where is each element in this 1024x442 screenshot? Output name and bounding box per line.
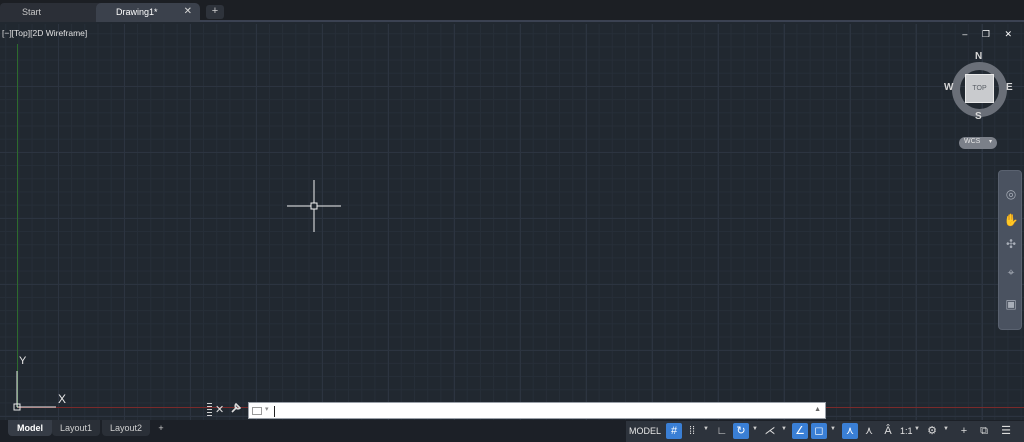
tab-start-label: Start	[22, 7, 42, 17]
text-cursor	[274, 406, 275, 417]
isolate-icon[interactable]: ⧉	[976, 423, 992, 439]
osnap-track-icon[interactable]: ∠	[792, 423, 808, 439]
viewport-controls-label[interactable]: [−][Top][2D Wireframe]	[2, 28, 87, 38]
chevron-down-icon: ▾	[988, 139, 992, 145]
chevron-down-icon[interactable]: ▼	[781, 426, 787, 432]
zoom-icon[interactable]: ✣	[1002, 235, 1020, 253]
compass-south[interactable]: S	[975, 111, 982, 122]
isodraft-icon[interactable]: ⋌	[762, 423, 778, 439]
crosshair-cursor-icon	[287, 180, 341, 232]
chevron-down-icon[interactable]: ▾	[265, 405, 269, 413]
chevron-down-icon[interactable]: ▼	[830, 426, 836, 432]
file-tab-bar: Start Drawing1* ✕ +	[0, 0, 1024, 22]
tab-layout2[interactable]: Layout2	[102, 420, 150, 436]
y-axis-line	[17, 44, 18, 408]
orbit-icon[interactable]: ⌖	[1002, 263, 1020, 281]
workspace-gear-icon[interactable]: ⚙	[924, 423, 940, 439]
annotation-scale-icon[interactable]: Â	[880, 423, 896, 439]
tab-model[interactable]: Model	[8, 420, 52, 436]
drawing-canvas[interactable]	[0, 24, 1024, 420]
view-cube-top-face[interactable]: TOP	[965, 74, 994, 103]
ucs-icon: Y X	[12, 355, 72, 415]
command-history-icon[interactable]: ▲	[814, 406, 821, 413]
tab-drawing1[interactable]: Drawing1* ✕	[96, 3, 200, 22]
tab-layout1[interactable]: Layout1	[52, 420, 100, 436]
close-tab-icon[interactable]: ✕	[184, 6, 192, 17]
ucs-x-label: X	[58, 392, 67, 406]
tab-drawing1-label: Drawing1*	[116, 7, 158, 17]
status-bar: MODEL # ⁞⁞ ▼ ∟ ↻ ▼ ⋌ ▼ ∠ ◻ ▼ ⋏ ⋏ Â 1:1 ▼…	[626, 421, 1024, 442]
chevron-down-icon[interactable]: ▼	[943, 426, 949, 432]
compass-west[interactable]: W	[944, 82, 953, 93]
grid-icon[interactable]: #	[666, 423, 682, 439]
osnap-icon[interactable]: ◻	[811, 423, 827, 439]
steering-wheel-icon[interactable]: ◎	[1002, 185, 1020, 203]
snap-icon[interactable]: ⁞⁞	[684, 423, 700, 439]
navigation-bar: ◎ ✋ ✣ ⌖ ▣	[998, 170, 1022, 330]
annotation-visibility-icon[interactable]: ⋏	[842, 423, 858, 439]
showmotion-icon[interactable]: ▣	[1002, 295, 1020, 313]
chevron-down-icon[interactable]: ▼	[752, 426, 758, 432]
tab-start[interactable]: Start	[0, 3, 106, 22]
compass-north[interactable]: N	[975, 51, 982, 62]
command-prompt-icon[interactable]	[252, 407, 262, 415]
wcs-label: WCS	[964, 138, 981, 145]
wcs-menu-button[interactable]: WCS ▾	[959, 137, 997, 149]
new-tab-button[interactable]: +	[206, 5, 224, 19]
ucs-y-label: Y	[19, 355, 27, 367]
auto-scale-icon[interactable]: ⋏	[861, 423, 877, 439]
pan-icon[interactable]: ✋	[1002, 211, 1020, 229]
customize-icon[interactable]: ☰	[998, 423, 1014, 439]
model-space-button[interactable]: MODEL	[629, 426, 661, 436]
plus-icon[interactable]: +	[956, 423, 972, 439]
wrench-icon[interactable]	[231, 402, 242, 416]
command-line-grip[interactable]	[207, 403, 212, 417]
add-layout-button[interactable]: +	[154, 420, 168, 436]
close-icon[interactable]: ✕	[215, 403, 224, 416]
polar-icon[interactable]: ↻	[733, 423, 749, 439]
view-cube[interactable]: TOP N S W E	[942, 50, 1018, 130]
compass-east[interactable]: E	[1006, 82, 1013, 93]
chevron-down-icon[interactable]: ▼	[914, 426, 920, 432]
chevron-down-icon[interactable]: ▼	[703, 426, 709, 432]
viewport-window-controls[interactable]: ‒ ❐ ✕	[962, 29, 1018, 40]
ortho-icon[interactable]: ∟	[714, 423, 730, 439]
scale-selector[interactable]: 1:1	[900, 426, 913, 436]
command-input[interactable]: ▾ ▲	[248, 402, 826, 419]
